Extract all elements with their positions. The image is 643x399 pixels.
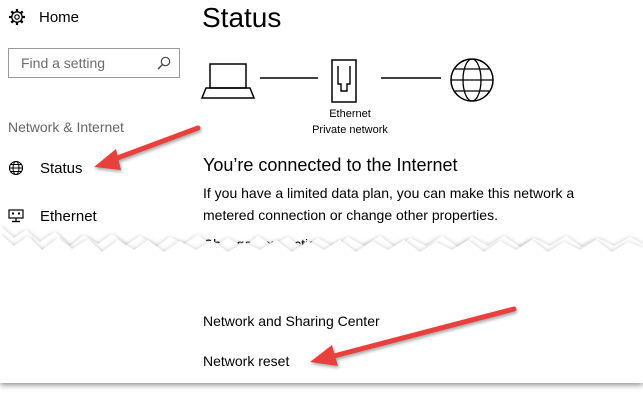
sidebar-item-label: Status <box>40 159 83 177</box>
network-reset-link[interactable]: Network reset <box>203 353 289 369</box>
search-input[interactable] <box>9 49 161 77</box>
network-sharing-center-link[interactable]: Network and Sharing Center <box>203 313 380 329</box>
home-label: Home <box>39 8 80 26</box>
sidebar-item-status[interactable]: Status <box>8 156 83 180</box>
globe-icon <box>8 160 24 176</box>
ethernet-monitor-icon <box>8 209 24 223</box>
network-name: Ethernet <box>329 108 371 120</box>
gear-icon <box>9 9 25 25</box>
internet-globe-icon <box>450 58 494 102</box>
change-connection-link[interactable]: Change connection <box>203 236 324 252</box>
network-type: Private network <box>312 124 388 136</box>
sidebar-item-ethernet[interactable]: Ethernet <box>8 204 97 228</box>
search-icon[interactable] <box>157 56 171 70</box>
sidebar-item-label: Ethernet <box>40 207 97 225</box>
settings-search-box[interactable] <box>8 48 180 78</box>
connection-description: If you have a limited data plan, you can… <box>203 185 575 223</box>
ethernet-port-icon <box>331 59 357 103</box>
connection-status-heading: You’re connected to the Internet <box>203 155 458 175</box>
page-title: Status <box>202 2 282 33</box>
home-nav-item[interactable]: Home <box>8 6 79 28</box>
section-title: Network & Internet <box>8 119 124 135</box>
laptop-icon <box>200 63 256 99</box>
